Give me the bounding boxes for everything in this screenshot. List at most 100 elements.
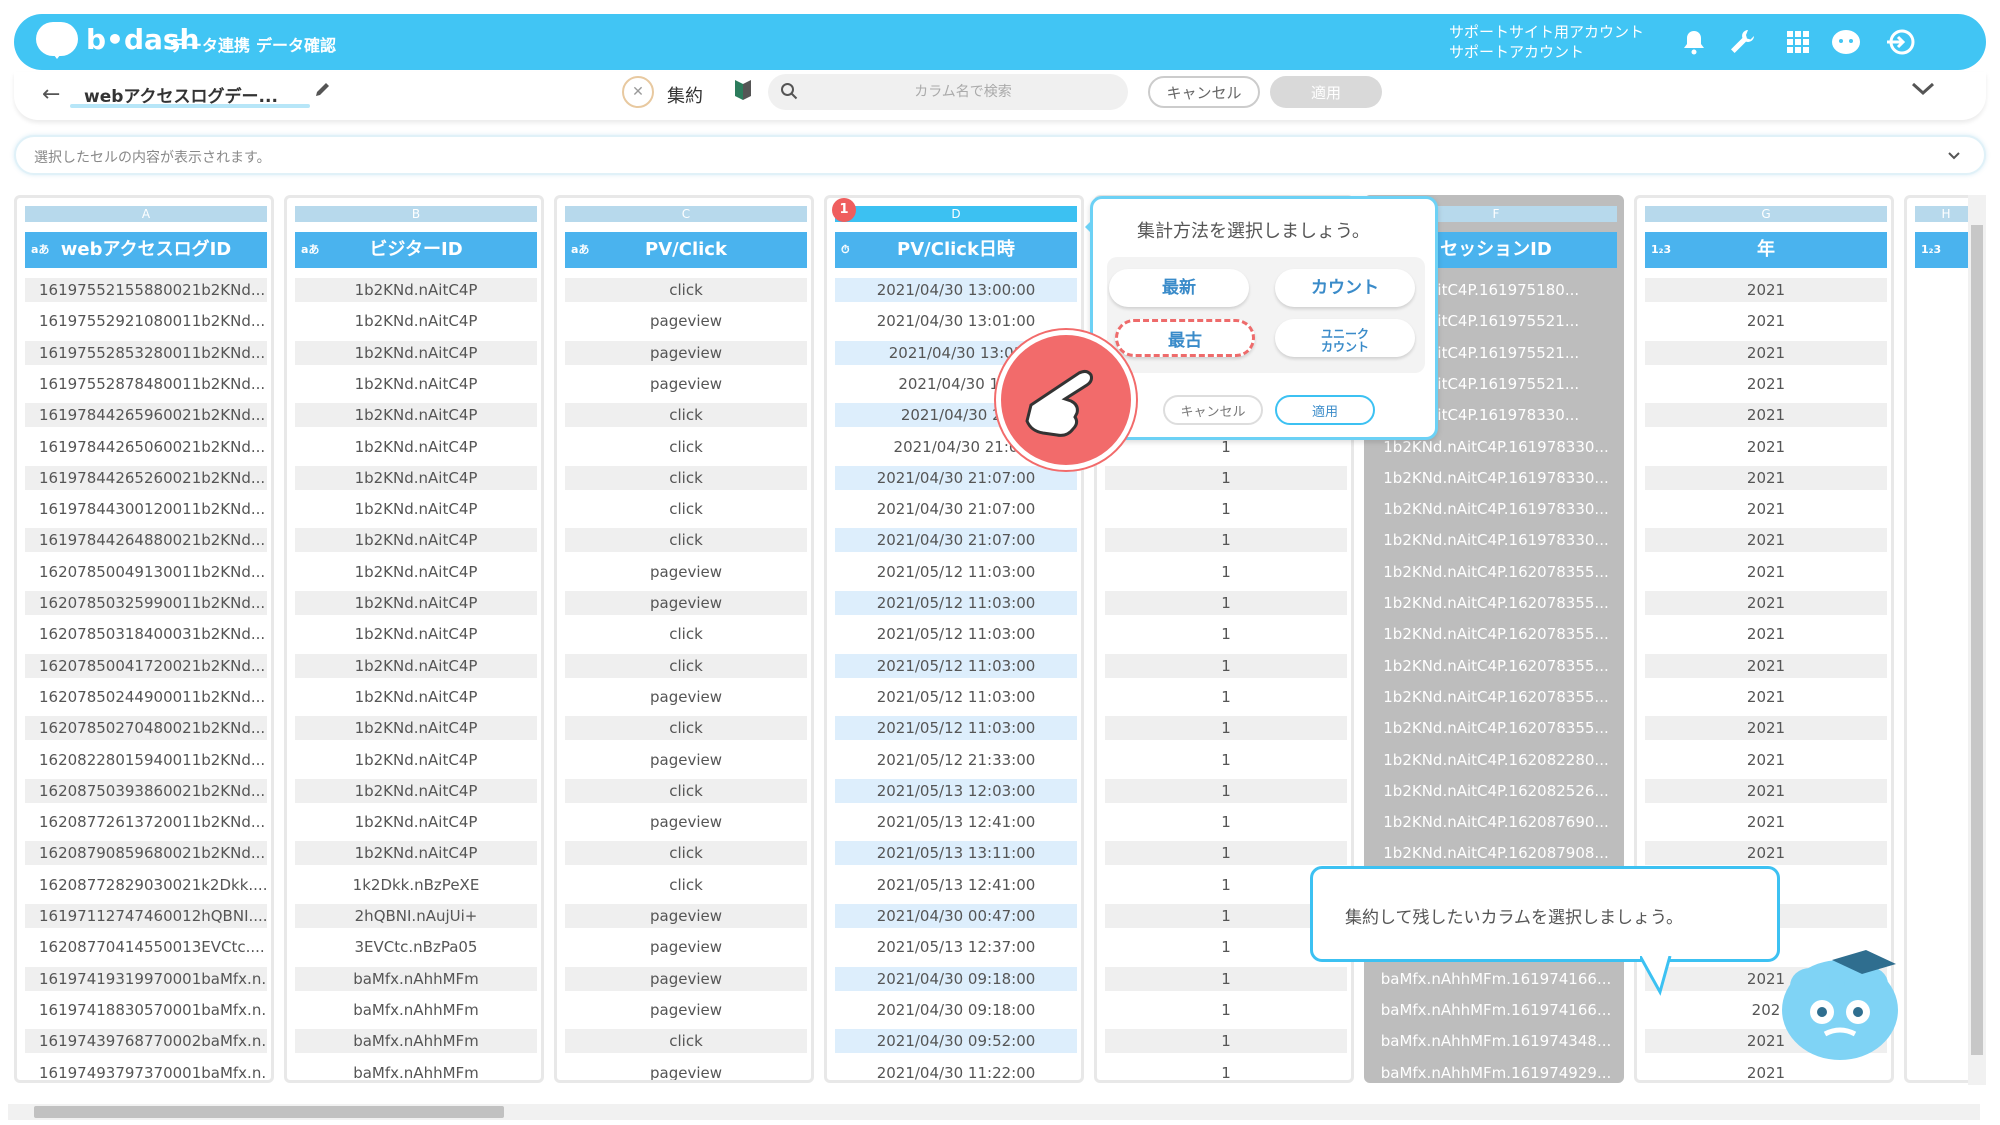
table-cell[interactable]: click	[565, 528, 807, 553]
table-cell[interactable]: 2021/05/12 11:03:00	[835, 685, 1077, 709]
table-cell[interactable]: 16197844265060021b2KNd...	[25, 435, 267, 459]
popup-apply-button[interactable]: 適用	[1275, 395, 1375, 425]
table-cell[interactable]: 16208750393860021b2KNd...	[25, 778, 267, 803]
horizontal-scroll-thumb[interactable]	[34, 1106, 504, 1118]
table-cell[interactable]: 1b2KNd.nAitC4P	[295, 778, 537, 803]
table-cell[interactable]: 16207850270480021b2KNd...	[25, 716, 267, 741]
table-cell[interactable]: 1b2KNd.nAitC4P	[295, 685, 537, 709]
column-header[interactable]: aあ ビジターID	[295, 232, 537, 268]
table-cell[interactable]: 2021/05/13 13:11:00	[835, 841, 1077, 866]
column-c[interactable]: Caあ PV/Click click pageview pageview pageview…	[554, 195, 814, 1083]
table-cell[interactable]: 1b2KNd.nAitC4P.162087690...	[1375, 810, 1617, 834]
table-cell[interactable]: pageview	[565, 998, 807, 1022]
table-cell[interactable]: 1b2KNd.nAitC4P.161978330...	[1375, 497, 1617, 521]
table-cell[interactable]: 2021/04/30 09:18:00	[835, 998, 1077, 1022]
table-cell[interactable]: baMfx.nAhhMFm	[295, 1061, 537, 1081]
table-cell[interactable]: 2hQBNI.nAujUi+	[295, 904, 537, 928]
table-cell[interactable]: 2021	[1645, 591, 1887, 615]
column-letter[interactable]: D	[835, 206, 1077, 222]
table-cell[interactable]: click	[565, 841, 807, 866]
table-cell[interactable]: 2021/05/12 11:03:00	[835, 716, 1077, 741]
table-cell[interactable]: 1b2KNd.nAitC4P	[295, 465, 537, 490]
table-cell[interactable]: 2021	[1645, 372, 1887, 396]
chevron-down-icon[interactable]	[1910, 80, 1936, 102]
table-cell[interactable]: 16197552853280011b2KNd...	[25, 340, 267, 365]
table-cell[interactable]: pageview	[565, 966, 807, 991]
table-cell[interactable]: 16197552878480011b2KNd...	[25, 372, 267, 396]
back-arrow-icon[interactable]: ←	[42, 82, 60, 107]
table-cell[interactable]: 16197844264880021b2KNd...	[25, 528, 267, 553]
table-cell[interactable]: 1b2KNd.nAitC4P.162078355...	[1375, 591, 1617, 615]
method-latest-button[interactable]: 最新	[1109, 269, 1249, 307]
table-cell[interactable]: 16197844265960021b2KNd...	[25, 403, 267, 428]
pencil-icon[interactable]	[314, 80, 332, 102]
table-cell[interactable]: 1b2KNd.nAitC4P.162078355...	[1375, 622, 1617, 646]
table-cell[interactable]: 1b2KNd.nAitC4P	[295, 372, 537, 396]
table-cell[interactable]: 16207850049130011b2KNd...	[25, 560, 267, 584]
column-header[interactable]: aあ webアクセスログID	[25, 232, 267, 268]
table-cell[interactable]: click	[565, 278, 807, 302]
table-cell[interactable]: 1	[1105, 560, 1347, 584]
table-cell[interactable]: baMfx.nAhhMFm	[295, 966, 537, 991]
beginner-mark-icon[interactable]	[734, 78, 752, 106]
table-cell[interactable]: 16197112747460012hQBNI....	[25, 904, 267, 928]
table-cell[interactable]: 1	[1105, 591, 1347, 615]
table-cell[interactable]: 1b2KNd.nAitC4P	[295, 591, 537, 615]
table-cell[interactable]: 1b2KNd.nAitC4P	[295, 622, 537, 646]
table-cell[interactable]: 16208772829030021k2Dkk....	[25, 873, 267, 897]
table-cell[interactable]: 1	[1105, 998, 1347, 1022]
table-cell[interactable]: 16197439768770002baMfx.n...	[25, 1029, 267, 1054]
column-header[interactable]: aあ PV/Click	[565, 232, 807, 268]
column-letter[interactable]: A	[25, 206, 267, 222]
table-cell[interactable]: 2021	[1645, 685, 1887, 709]
apps-grid-icon[interactable]	[1782, 26, 1814, 58]
table-cell[interactable]: pageview	[565, 340, 807, 365]
table-cell[interactable]: 2021	[1645, 528, 1887, 553]
column-a[interactable]: Aaあ webアクセスログID 16197552155880021b2KNd... 1…	[14, 195, 274, 1083]
table-cell[interactable]: 2021/04/30 13:00:00	[835, 278, 1077, 302]
table-cell[interactable]: 16208228015940011b2KNd...	[25, 748, 267, 772]
table-cell[interactable]: baMfx.nAhhMFm.161974348...	[1375, 1029, 1617, 1053]
table-cell[interactable]: pageview	[565, 309, 807, 333]
table-cell[interactable]: 2021	[1645, 403, 1887, 428]
table-cell[interactable]: 1k2Dkk.nBzPeXE	[295, 873, 537, 897]
table-cell[interactable]: 1	[1105, 1029, 1347, 1054]
table-cell[interactable]: 1b2KNd.nAitC4P.162078355...	[1375, 716, 1617, 740]
table-cell[interactable]: 2021/04/30 13:01:00	[835, 309, 1077, 333]
table-cell[interactable]: 1b2KNd.nAitC4P	[295, 716, 537, 741]
table-cell[interactable]: 2021/05/13 12:41:00	[835, 873, 1077, 897]
column-b[interactable]: Baあ ビジターID 1b2KNd.nAitC4P 1b2KNd.nAitC4P 1b2…	[284, 195, 544, 1083]
column-letter[interactable]: B	[295, 206, 537, 222]
table-cell[interactable]: 2021/05/12 11:03:00	[835, 622, 1077, 646]
table-cell[interactable]: 1	[1105, 1061, 1347, 1081]
table-cell[interactable]: 2021/05/13 12:03:00	[835, 778, 1077, 803]
table-cell[interactable]: 1b2KNd.nAitC4P.162082280...	[1375, 748, 1617, 772]
table-cell[interactable]: 1	[1105, 465, 1347, 490]
table-cell[interactable]: 2021/04/30 21:07:00	[835, 497, 1077, 521]
table-cell[interactable]: baMfx.nAhhMFm.161974929...	[1375, 1061, 1617, 1081]
popup-cancel-button[interactable]: キャンセル	[1163, 395, 1263, 425]
table-cell[interactable]: 2021/05/13 12:41:00	[835, 810, 1077, 834]
table-cell[interactable]: 16207850318400031b2KNd...	[25, 622, 267, 646]
wrench-icon[interactable]	[1726, 26, 1758, 58]
vertical-scrollbar[interactable]	[1968, 195, 1986, 1085]
table-cell[interactable]: click	[565, 403, 807, 428]
column-letter[interactable]: C	[565, 206, 807, 222]
table-cell[interactable]: 1	[1105, 622, 1347, 646]
table-cell[interactable]: 1b2KNd.nAitC4P.161978330...	[1375, 528, 1617, 552]
table-cell[interactable]: 1	[1105, 528, 1347, 553]
table-cell[interactable]: 16197844300120011b2KNd...	[25, 497, 267, 521]
table-cell[interactable]: 1	[1105, 810, 1347, 834]
table-cell[interactable]: pageview	[565, 935, 807, 959]
table-cell[interactable]: 2021/04/30 11:22:00	[835, 1061, 1077, 1081]
table-cell[interactable]: 2021/05/12 11:03:00	[835, 653, 1077, 678]
table-cell[interactable]: 1	[1105, 497, 1347, 521]
apply-button[interactable]: 適用	[1270, 76, 1382, 108]
table-cell[interactable]: pageview	[565, 591, 807, 615]
vertical-scroll-thumb[interactable]	[1971, 225, 1983, 1055]
table-cell[interactable]: 16197844265260021b2KNd...	[25, 465, 267, 490]
table-cell[interactable]: 1	[1105, 966, 1347, 991]
horizontal-scrollbar[interactable]	[8, 1104, 1980, 1120]
table-cell[interactable]: 3EVCtc.nBzPa05	[295, 935, 537, 959]
table-cell[interactable]: 1	[1105, 653, 1347, 678]
